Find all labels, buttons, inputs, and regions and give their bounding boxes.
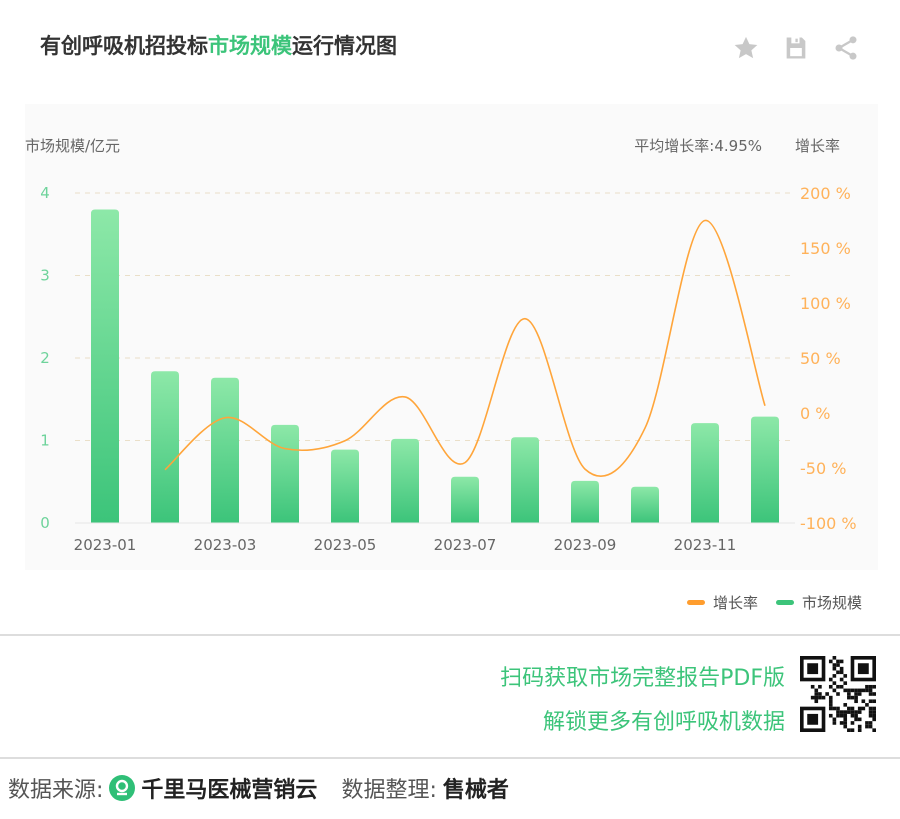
x-tick-label: 2023-03 <box>194 536 257 554</box>
left-tick-label: 2 <box>40 349 50 367</box>
right-tick-label: 200 % <box>800 184 851 203</box>
bar[interactable] <box>391 438 419 523</box>
grid-lines <box>75 192 795 441</box>
legend-swatch-growth <box>686 600 705 605</box>
title-highlight: 市场规模 <box>208 34 292 58</box>
qr-code-icon[interactable] <box>800 655 876 733</box>
source-label: 数据来源: <box>8 778 104 803</box>
x-axis-ticks: 2023-01 2023-03 2023-05 2023-07 2023-09 2023-… <box>74 536 737 554</box>
save-icon[interactable] <box>782 34 810 62</box>
line-series <box>164 219 766 477</box>
toolbar <box>732 34 860 62</box>
bar[interactable] <box>691 423 719 523</box>
x-tick-label: 2023-01 <box>74 536 137 554</box>
org-label: 数据整理: <box>341 778 437 803</box>
left-tick-label: 4 <box>40 184 50 202</box>
legend-swatch-market <box>775 600 794 605</box>
star-icon[interactable] <box>732 34 760 62</box>
legend-label-market: 市场规模 <box>801 594 862 612</box>
market-chart: 市场规模/亿元 平均增长率:4.95% 增长率 0 1 2 3 4 -100 % -50 … <box>25 137 857 554</box>
right-tick-label: 150 % <box>800 239 851 258</box>
left-tick-label: 3 <box>40 267 50 285</box>
x-tick-label: 2023-09 <box>554 536 617 554</box>
org-name: 售械者 <box>442 778 509 803</box>
bar[interactable] <box>451 476 479 523</box>
bar[interactable] <box>631 486 659 523</box>
x-tick-label: 2023-07 <box>434 536 497 554</box>
right-axis-label: 增长率 <box>795 137 840 155</box>
promo-line-1: 扫码获取市场完整报告PDF版 <box>500 666 785 691</box>
right-tick-label: 0 % <box>800 404 830 423</box>
bar[interactable] <box>751 416 779 523</box>
legend-item-market[interactable]: 市场规模 <box>775 592 862 613</box>
bar[interactable] <box>571 480 599 523</box>
right-tick-label: -50 % <box>800 459 846 478</box>
bar[interactable] <box>511 437 539 523</box>
title-suffix: 运行情况图 <box>292 34 397 58</box>
footer: 数据来源: 千里马医械营销云 数据整理: 售械者 <box>8 772 509 804</box>
bar[interactable] <box>331 449 359 523</box>
x-tick-label: 2023-11 <box>674 536 737 554</box>
page-title: 有创呼吸机招投标市场规模运行情况图 <box>40 30 397 60</box>
chart-panel: 市场规模/亿元 平均增长率:4.95% 增长率 0 1 2 3 4 -100 % -50 … <box>25 104 878 570</box>
bar-series <box>91 209 779 524</box>
bar[interactable] <box>151 371 179 523</box>
right-tick-label: 100 % <box>800 294 851 313</box>
right-axis-ticks: -100 % -50 % 0 % 50 % 100 % 150 % 200 % <box>800 184 857 533</box>
left-axis-label: 市场规模/亿元 <box>25 137 120 155</box>
legend-label-growth: 增长率 <box>712 594 758 612</box>
divider-bottom <box>0 757 900 759</box>
title-prefix: 有创呼吸机招投标 <box>40 34 208 58</box>
share-icon[interactable] <box>832 34 860 62</box>
left-axis-ticks: 0 1 2 3 4 <box>40 184 50 532</box>
left-tick-label: 1 <box>40 432 50 450</box>
average-growth-text: 平均增长率:4.95% <box>634 137 762 155</box>
source-name: 千里马医械营销云 <box>141 778 318 803</box>
x-tick-label: 2023-05 <box>314 536 377 554</box>
bar[interactable] <box>211 377 239 523</box>
right-tick-label: -100 % <box>800 514 857 533</box>
chart-legend: 增长率 市场规模 <box>686 592 862 613</box>
legend-item-growth[interactable]: 增长率 <box>686 592 758 613</box>
growth-line[interactable] <box>164 219 766 477</box>
divider-top <box>0 634 900 636</box>
left-tick-label: 0 <box>40 514 50 532</box>
promo-line-2: 解锁更多有创呼吸机数据 <box>542 710 785 735</box>
bar[interactable] <box>91 209 119 524</box>
qianlima-logo-icon <box>109 775 136 801</box>
bar[interactable] <box>271 424 299 523</box>
right-tick-label: 50 % <box>800 349 841 368</box>
